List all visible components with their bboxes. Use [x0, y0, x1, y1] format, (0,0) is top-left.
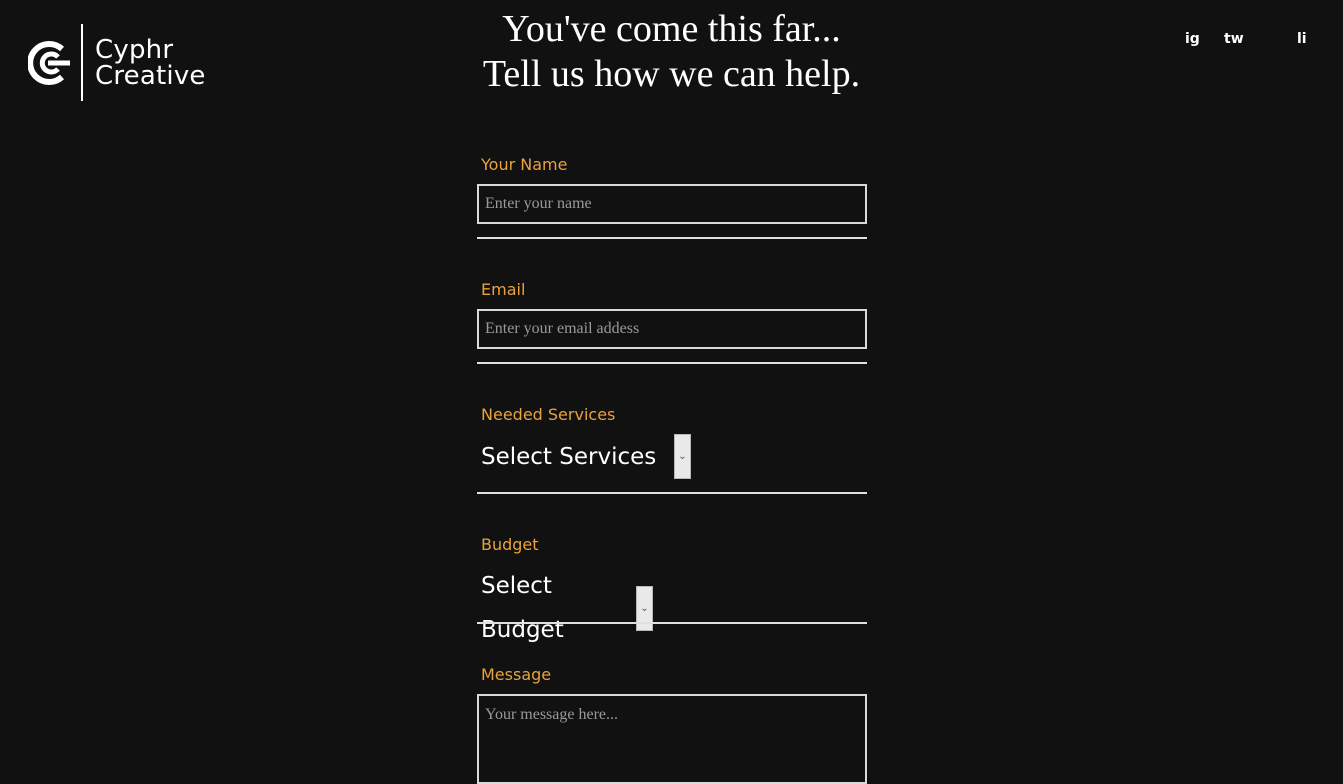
budget-select[interactable]: Select Budget ⌄: [481, 564, 653, 652]
headline-line2: Tell us how we can help.: [482, 53, 861, 95]
budget-divider: [477, 622, 867, 624]
page-headline: You've come this far... Tell us how we c…: [0, 7, 1343, 97]
name-input[interactable]: [477, 184, 867, 224]
message-label: Message: [481, 665, 552, 684]
email-label: Email: [481, 280, 526, 299]
budget-label: Budget: [481, 535, 539, 554]
services-select-value: Select Services: [481, 443, 657, 470]
budget-select-value: Select Budget: [481, 573, 564, 643]
headline-line1: You've come this far...: [502, 8, 841, 50]
message-input[interactable]: [477, 694, 867, 784]
email-input[interactable]: [477, 309, 867, 349]
services-select[interactable]: Select Services ⌄: [481, 434, 691, 479]
chevron-down-icon[interactable]: ⌄: [674, 434, 691, 479]
name-divider: [477, 237, 867, 239]
email-divider: [477, 362, 867, 364]
services-label: Needed Services: [481, 405, 616, 424]
name-label: Your Name: [481, 155, 568, 174]
services-divider: [477, 492, 867, 494]
